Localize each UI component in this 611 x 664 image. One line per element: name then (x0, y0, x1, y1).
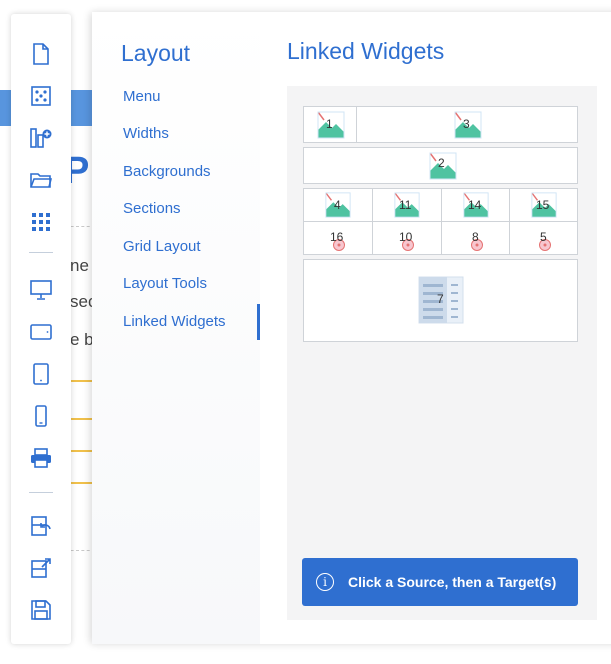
nav-item-grid-layout[interactable]: Grid Layout (123, 238, 201, 255)
nav-item-backgrounds[interactable]: Backgrounds (123, 163, 211, 180)
widget-cell[interactable]: 1 (303, 106, 357, 143)
nav-item-sections[interactable]: Sections (123, 200, 181, 217)
link-hint-button[interactable]: i Click a Source, then a Target(s) (302, 558, 578, 606)
page-icon[interactable] (29, 42, 53, 66)
widget-number: 2 (438, 156, 445, 170)
folder-icon[interactable] (29, 168, 53, 192)
layout-panel: Layout Menu Widths Backgrounds Sections … (92, 12, 611, 644)
apps-grid-icon[interactable] (29, 210, 53, 234)
phone-icon[interactable] (29, 404, 53, 428)
layout-nav: Layout Menu Widths Backgrounds Sections … (92, 12, 260, 644)
widget-cell[interactable]: 14 (441, 188, 510, 222)
toolbar-separator (29, 252, 53, 253)
undo-layout-icon[interactable] (29, 514, 53, 538)
widget-cell[interactable]: 15 (509, 188, 578, 222)
background-text-line: ne (70, 256, 89, 275)
widget-number: 7 (437, 292, 444, 306)
linked-widgets-content: Linked Widgets 1 3 2 4 11 14 15 16 10 8 … (260, 12, 611, 644)
print-icon[interactable] (29, 446, 53, 470)
widget-cell[interactable]: 16 (303, 221, 373, 255)
desktop-icon[interactable] (29, 278, 53, 302)
nav-title: Layout (121, 40, 191, 66)
widget-number: 11 (399, 198, 412, 212)
widget-map: 1 3 2 4 11 14 15 16 10 8 5 7 i Click a S… (287, 86, 597, 620)
widget-number: 5 (540, 230, 547, 244)
grid-select-icon[interactable] (29, 84, 53, 108)
nav-item-layout-tools[interactable]: Layout Tools (123, 275, 207, 292)
tablet-portrait-icon[interactable] (29, 362, 53, 386)
background-text-line: e b (70, 330, 94, 349)
nav-item-linked-widgets[interactable]: Linked Widgets (123, 313, 226, 330)
widget-number: 10 (399, 230, 413, 244)
widget-number: 16 (330, 230, 344, 244)
widget-number: 14 (468, 198, 482, 212)
tablet-landscape-icon[interactable] (29, 320, 53, 344)
nav-item-menu[interactable]: Menu (123, 88, 161, 105)
widget-number: 8 (472, 230, 479, 244)
nav-item-widths[interactable]: Widths (123, 125, 169, 142)
widget-number: 15 (536, 198, 550, 212)
info-icon: i (316, 573, 334, 591)
export-icon[interactable] (29, 556, 53, 580)
widget-cell[interactable]: 3 (356, 106, 578, 143)
left-toolbar (11, 14, 71, 644)
save-icon[interactable] (29, 598, 53, 622)
widget-number: 1 (326, 117, 333, 131)
widget-cell[interactable]: 11 (372, 188, 442, 222)
link-hint-label: Click a Source, then a Target(s) (348, 574, 557, 590)
widget-number: 4 (334, 198, 341, 212)
widget-cell[interactable]: 4 (303, 188, 373, 222)
toolbar-separator (29, 492, 53, 493)
widget-number: 3 (463, 117, 470, 131)
widget-cell[interactable]: 8 (441, 221, 510, 255)
widget-cell[interactable]: 7 (303, 259, 578, 342)
widget-add-icon[interactable] (29, 126, 53, 150)
screen: P ne sec e b Layout Menu Widths Backgrou… (0, 0, 611, 664)
widget-cell[interactable]: 2 (303, 147, 578, 184)
widget-cell[interactable]: 10 (372, 221, 442, 255)
content-title: Linked Widgets (287, 38, 445, 64)
widget-cell[interactable]: 5 (509, 221, 578, 255)
